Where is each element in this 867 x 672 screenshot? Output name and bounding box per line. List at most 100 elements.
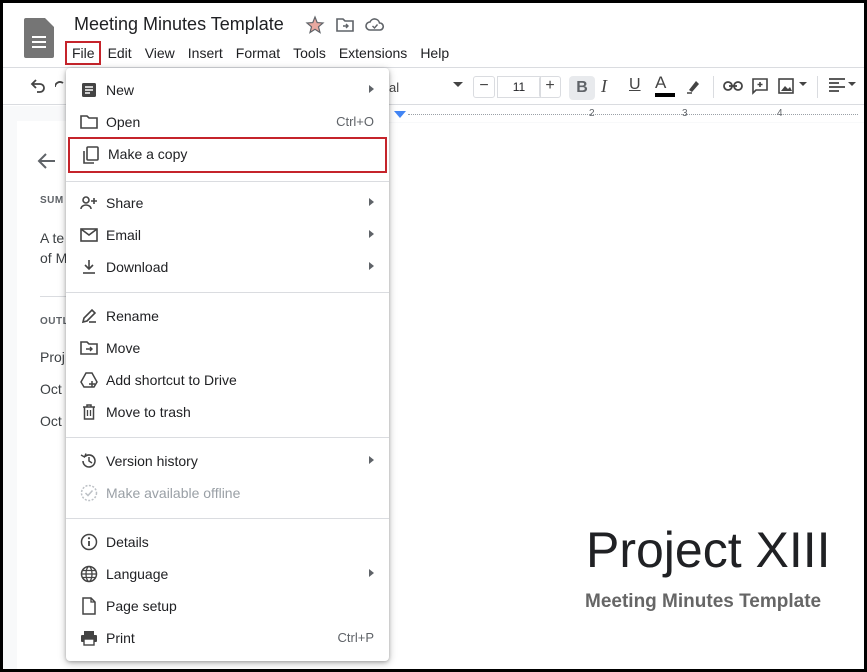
docs-logo-icon[interactable]: [24, 18, 54, 58]
person-add-icon: [80, 194, 98, 212]
menu-edit[interactable]: Edit: [101, 41, 138, 65]
submenu-arrow-icon: [369, 85, 374, 93]
new-document-icon: [80, 81, 98, 99]
menu-item-label: New: [106, 82, 135, 98]
menu-help[interactable]: Help: [413, 41, 455, 65]
underline-button[interactable]: U: [629, 76, 641, 94]
menu-item-add-shortcut[interactable]: Add shortcut to Drive: [66, 364, 389, 396]
copy-icon: [82, 146, 100, 164]
font-dropdown-arrow-icon[interactable]: [453, 82, 463, 88]
menu-item-make-available-offline: Make available offline: [66, 477, 389, 509]
menu-item-make-a-copy[interactable]: Make a copy: [68, 137, 387, 173]
back-arrow-icon[interactable]: [37, 151, 57, 171]
ruler-scale: [408, 114, 858, 115]
menu-item-open[interactable]: Open Ctrl+O: [66, 106, 389, 138]
image-dropdown-arrow-icon[interactable]: [799, 82, 807, 87]
menu-item-download[interactable]: Download: [66, 251, 389, 283]
move-folder-icon: [80, 339, 98, 357]
menu-tools[interactable]: Tools: [286, 41, 332, 65]
document-heading[interactable]: Project XIII: [586, 521, 831, 579]
summary-heading: SUM: [40, 195, 64, 206]
menu-separator: [66, 181, 389, 182]
font-family-select[interactable]: al: [389, 80, 399, 95]
menu-item-label: Make available offline: [106, 485, 241, 501]
shortcut-label: Ctrl+O: [336, 114, 374, 129]
undo-icon[interactable]: [29, 77, 47, 95]
outline-item[interactable]: Proj: [40, 349, 65, 365]
file-menu: New Open Ctrl+O Make a copy Share Email …: [66, 68, 389, 661]
trash-icon: [80, 403, 98, 421]
menu-item-language[interactable]: Language: [66, 558, 389, 590]
bold-button[interactable]: B: [569, 76, 595, 100]
app-window: Meeting Minutes Template File Edit View …: [3, 3, 864, 669]
indent-marker-icon[interactable]: [394, 111, 406, 119]
add-comment-icon[interactable]: [751, 77, 769, 95]
outline-heading: OUTL: [40, 316, 70, 327]
submenu-arrow-icon: [369, 198, 374, 206]
summary-text: A te: [40, 230, 65, 246]
increase-font-size-button[interactable]: +: [539, 76, 561, 98]
move-folder-icon[interactable]: [335, 15, 355, 35]
summary-text: of M: [40, 250, 68, 266]
document-subtitle[interactable]: Meeting Minutes Template: [585, 591, 821, 613]
menu-item-label: Move: [106, 340, 141, 356]
text-color-label: A: [655, 73, 667, 92]
menu-format[interactable]: Format: [229, 41, 286, 65]
menu-item-share[interactable]: Share: [66, 187, 389, 219]
menu-item-label: Page setup: [106, 598, 177, 614]
menu-item-label: Share: [106, 195, 144, 211]
menu-item-print[interactable]: Print Ctrl+P: [66, 622, 389, 654]
ruler-tick-label: 2: [589, 108, 595, 119]
menu-file[interactable]: File: [65, 41, 101, 65]
page-setup-icon: [80, 597, 98, 615]
font-size-input[interactable]: 11: [497, 76, 541, 98]
ruler[interactable]: 2 3 4: [308, 106, 864, 122]
folder-icon: [80, 113, 98, 131]
menu-item-label: Open: [106, 114, 141, 130]
globe-icon: [80, 565, 98, 583]
submenu-arrow-icon: [369, 230, 374, 238]
insert-link-icon[interactable]: [723, 78, 743, 94]
align-icon[interactable]: [829, 78, 845, 92]
menu-item-rename[interactable]: Rename: [66, 300, 389, 332]
star-icon[interactable]: [305, 15, 325, 35]
menu-item-details[interactable]: Details: [66, 526, 389, 558]
decrease-font-size-button[interactable]: −: [473, 76, 495, 98]
align-dropdown-arrow-icon[interactable]: [848, 82, 856, 87]
menu-extensions[interactable]: Extensions: [332, 41, 413, 65]
info-icon: [80, 533, 98, 551]
offline-icon: [80, 484, 98, 502]
menu-separator: [66, 437, 389, 438]
menu-item-email[interactable]: Email: [66, 219, 389, 251]
menu-item-label: Download: [106, 259, 169, 275]
menu-item-version-history[interactable]: Version history: [66, 445, 389, 477]
italic-button[interactable]: I: [601, 76, 607, 97]
outline-item[interactable]: Oct: [40, 381, 62, 397]
highlight-pen-icon[interactable]: [685, 77, 703, 95]
insert-image-icon[interactable]: [777, 77, 795, 95]
menu-item-new[interactable]: New: [66, 74, 389, 106]
toolbar-divider: [713, 76, 714, 98]
history-icon: [80, 452, 98, 470]
menu-item-move[interactable]: Move: [66, 332, 389, 364]
menu-item-page-setup[interactable]: Page setup: [66, 590, 389, 622]
document-title[interactable]: Meeting Minutes Template: [74, 14, 284, 35]
menu-item-label: Email: [106, 227, 142, 243]
printer-icon: [80, 629, 98, 647]
cloud-status-icon[interactable]: [365, 15, 385, 35]
menu-separator: [66, 518, 389, 519]
text-color-button[interactable]: A: [655, 73, 675, 97]
email-icon: [80, 226, 98, 244]
menu-item-label: Move to trash: [106, 404, 191, 420]
redo-icon[interactable]: [55, 77, 65, 95]
submenu-arrow-icon: [369, 569, 374, 577]
menu-separator: [66, 292, 389, 293]
outline-item[interactable]: Oct: [40, 413, 62, 429]
menu-item-label: Language: [106, 566, 169, 582]
menu-insert[interactable]: Insert: [181, 41, 229, 65]
menu-view[interactable]: View: [138, 41, 181, 65]
toolbar-divider: [817, 76, 818, 98]
menu-item-move-to-trash[interactable]: Move to trash: [66, 396, 389, 428]
shortcut-label: Ctrl+P: [337, 630, 374, 645]
menu-item-label: Rename: [106, 308, 159, 324]
